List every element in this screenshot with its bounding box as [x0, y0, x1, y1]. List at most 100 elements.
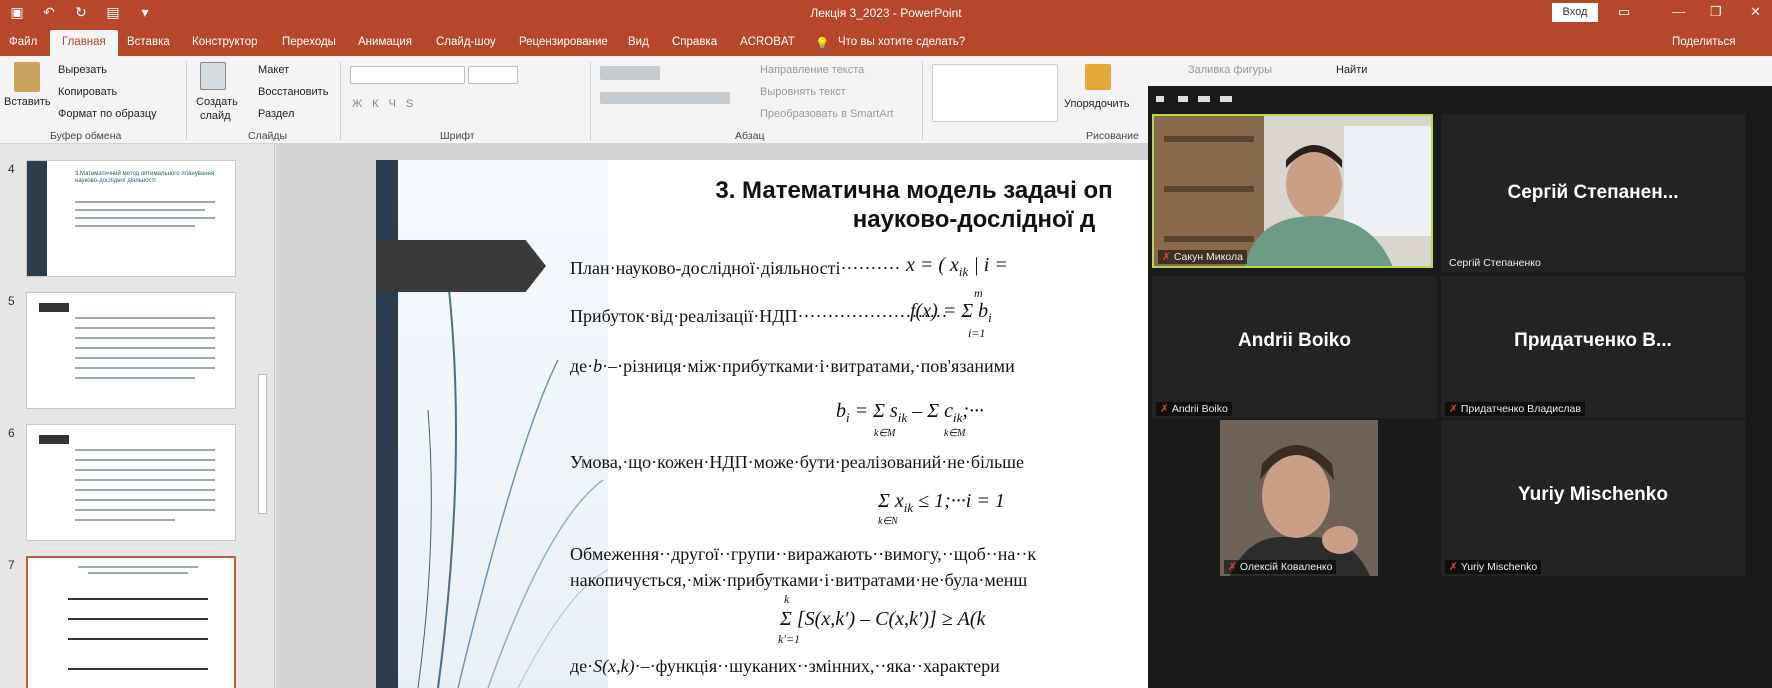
- view-icon[interactable]: [1178, 96, 1188, 102]
- find-button[interactable]: Найти: [1336, 64, 1367, 76]
- tab-view[interactable]: Вид: [628, 36, 649, 48]
- thumb-line: [75, 225, 195, 227]
- layout-icon[interactable]: [1220, 96, 1232, 102]
- slide-decoration: [398, 160, 609, 688]
- tab-design[interactable]: Конструктор: [192, 36, 258, 48]
- thumb-line: [75, 317, 215, 319]
- tab-file[interactable]: Файл: [9, 36, 37, 48]
- participant-tile[interactable]: Yuriy Mischenko ✗ Yuriy Mischenko: [1441, 420, 1745, 576]
- thumb-number: 4: [8, 162, 15, 176]
- tab-acrobat[interactable]: ACROBAT: [740, 36, 795, 48]
- thumb-line: [75, 337, 215, 339]
- font-size-select[interactable]: [468, 66, 518, 84]
- thumb-line: [75, 367, 215, 369]
- text-direction-button[interactable]: Направление текста: [760, 64, 864, 76]
- shapes-gallery[interactable]: [932, 64, 1058, 122]
- paste-button[interactable]: Вставить: [4, 96, 51, 108]
- new-slide-label-2[interactable]: слайд: [200, 110, 231, 122]
- participant-video: [1154, 116, 1431, 266]
- current-slide[interactable]: 3. Математична модель задачі оп науково-…: [376, 160, 1156, 688]
- sign-in-button[interactable]: Вход: [1552, 3, 1598, 22]
- font-group-label: Шрифт: [440, 130, 475, 142]
- thumb-line: [75, 209, 205, 211]
- close-icon[interactable]: ✕: [1750, 4, 1761, 20]
- meeting-toolbar: [1148, 86, 1772, 114]
- formula-condition: Σ xik ≤ 1;···i = 1: [878, 490, 1005, 515]
- thumb-line: [75, 499, 215, 501]
- slide-thumbnail-7[interactable]: [26, 556, 236, 688]
- tab-transitions[interactable]: Переходы: [282, 36, 336, 48]
- arrange-icon[interactable]: [1085, 64, 1111, 90]
- share-button[interactable]: Поделиться: [1672, 36, 1736, 48]
- tab-slideshow[interactable]: Слайд-шоу: [436, 36, 496, 48]
- lightbulb-icon: 💡: [815, 38, 830, 50]
- thumb-line: [78, 566, 198, 568]
- tab-review[interactable]: Рецензирование: [519, 36, 608, 48]
- thumb-arrow: [39, 303, 69, 312]
- participant-tile[interactable]: Andrii Boiko ✗ Andrii Boiko: [1152, 276, 1437, 418]
- formula-plan: x = ( xik | i =: [906, 254, 1008, 279]
- thumbnails-scrollbar[interactable]: [258, 374, 267, 514]
- thumb-line: [88, 572, 188, 574]
- new-slide-label-1[interactable]: Создать: [196, 96, 238, 108]
- thumb-line: [75, 519, 175, 521]
- restore-icon[interactable]: ❐: [1710, 4, 1722, 20]
- minimize-meeting-icon[interactable]: [1156, 96, 1164, 102]
- reset-button[interactable]: Восстановить: [258, 86, 328, 98]
- participant-name-tag: ✗ Олексій Коваленко: [1224, 560, 1337, 574]
- thumb-line: [75, 347, 215, 349]
- font-format-buttons[interactable]: ЖКЧS: [352, 98, 423, 110]
- align-icons[interactable]: [600, 92, 730, 104]
- drawing-group-label: Рисование: [1086, 130, 1139, 142]
- thumb-line: [75, 377, 195, 379]
- copy-button[interactable]: Копировать: [58, 86, 117, 98]
- formula-constraint-upper: k: [784, 592, 790, 606]
- new-slide-icon[interactable]: [200, 62, 226, 90]
- section-button[interactable]: Раздел: [258, 108, 294, 120]
- participant-tile[interactable]: Придатченко В... ✗ Придатченко Владислав: [1441, 276, 1745, 418]
- clipboard-group-label: Буфер обмена: [50, 130, 122, 142]
- tab-insert[interactable]: Вставка: [127, 36, 170, 48]
- participant-tile[interactable]: ✗ Олексій Коваленко: [1220, 420, 1378, 576]
- tab-help[interactable]: Справка: [672, 36, 717, 48]
- tab-animations[interactable]: Анимация: [358, 36, 412, 48]
- slide-title-line: науково-дослідної д: [852, 206, 1096, 233]
- tab-home[interactable]: Главная: [50, 30, 118, 56]
- thumb-line: [68, 598, 208, 600]
- thumb-line: [75, 479, 215, 481]
- thumb-title: 3.Математичний метод оптимального планув…: [75, 171, 215, 184]
- shape-fill-button[interactable]: Заливка фигуры: [1188, 64, 1272, 76]
- minimize-icon[interactable]: —: [1672, 4, 1685, 19]
- thumb-number: 7: [8, 558, 15, 572]
- cut-button[interactable]: Вырезать: [58, 64, 107, 76]
- ribbon-display-icon[interactable]: ▭: [1618, 4, 1630, 20]
- muted-mic-icon: ✗: [1449, 403, 1458, 415]
- arrange-button[interactable]: Упорядочить: [1064, 98, 1129, 110]
- slide-arrow-shape: [376, 240, 546, 292]
- bullets-icon[interactable]: [600, 66, 660, 80]
- thumb-line: [75, 201, 215, 203]
- thumb-bar: [27, 161, 47, 276]
- slide-thumbnail-4[interactable]: 3.Математичний метод оптимального планув…: [26, 160, 236, 277]
- participant-tile[interactable]: Сергій Степанен... Сергій Степаненко: [1441, 114, 1745, 272]
- format-painter-button[interactable]: Формат по образцу: [58, 108, 157, 120]
- smartart-button[interactable]: Преобразовать в SmartArt: [760, 108, 893, 120]
- formula-profit-lower: i=1: [968, 326, 986, 340]
- slides-group-label: Слайды: [248, 130, 288, 142]
- slide-thumbnail-6[interactable]: [26, 424, 236, 541]
- slide-thumbnail-5[interactable]: [26, 292, 236, 409]
- title-bar: ▣ ↶ ↻ ▤ ▾ Лекція 3_2023 - PowerPoint Вхо…: [0, 0, 1772, 26]
- participant-tile[interactable]: ✗ Сакун Микола: [1152, 114, 1433, 268]
- participant-display-name: Сергій Степанен...: [1507, 182, 1679, 203]
- thumb-line: [75, 327, 215, 329]
- paste-icon[interactable]: [14, 62, 40, 92]
- tell-me-search[interactable]: Что вы хотите сделать?: [838, 36, 965, 48]
- layout-button[interactable]: Макет: [258, 64, 289, 76]
- gallery-icon[interactable]: [1198, 96, 1210, 102]
- font-name-select[interactable]: [350, 66, 465, 84]
- divider: [340, 62, 341, 140]
- formula-bi-sub2: k∈M: [944, 428, 966, 439]
- participant-name-tag: Сергій Степаненко: [1449, 257, 1541, 269]
- align-text-button[interactable]: Выровнять текст: [760, 86, 846, 98]
- muted-mic-icon: ✗: [1228, 561, 1237, 573]
